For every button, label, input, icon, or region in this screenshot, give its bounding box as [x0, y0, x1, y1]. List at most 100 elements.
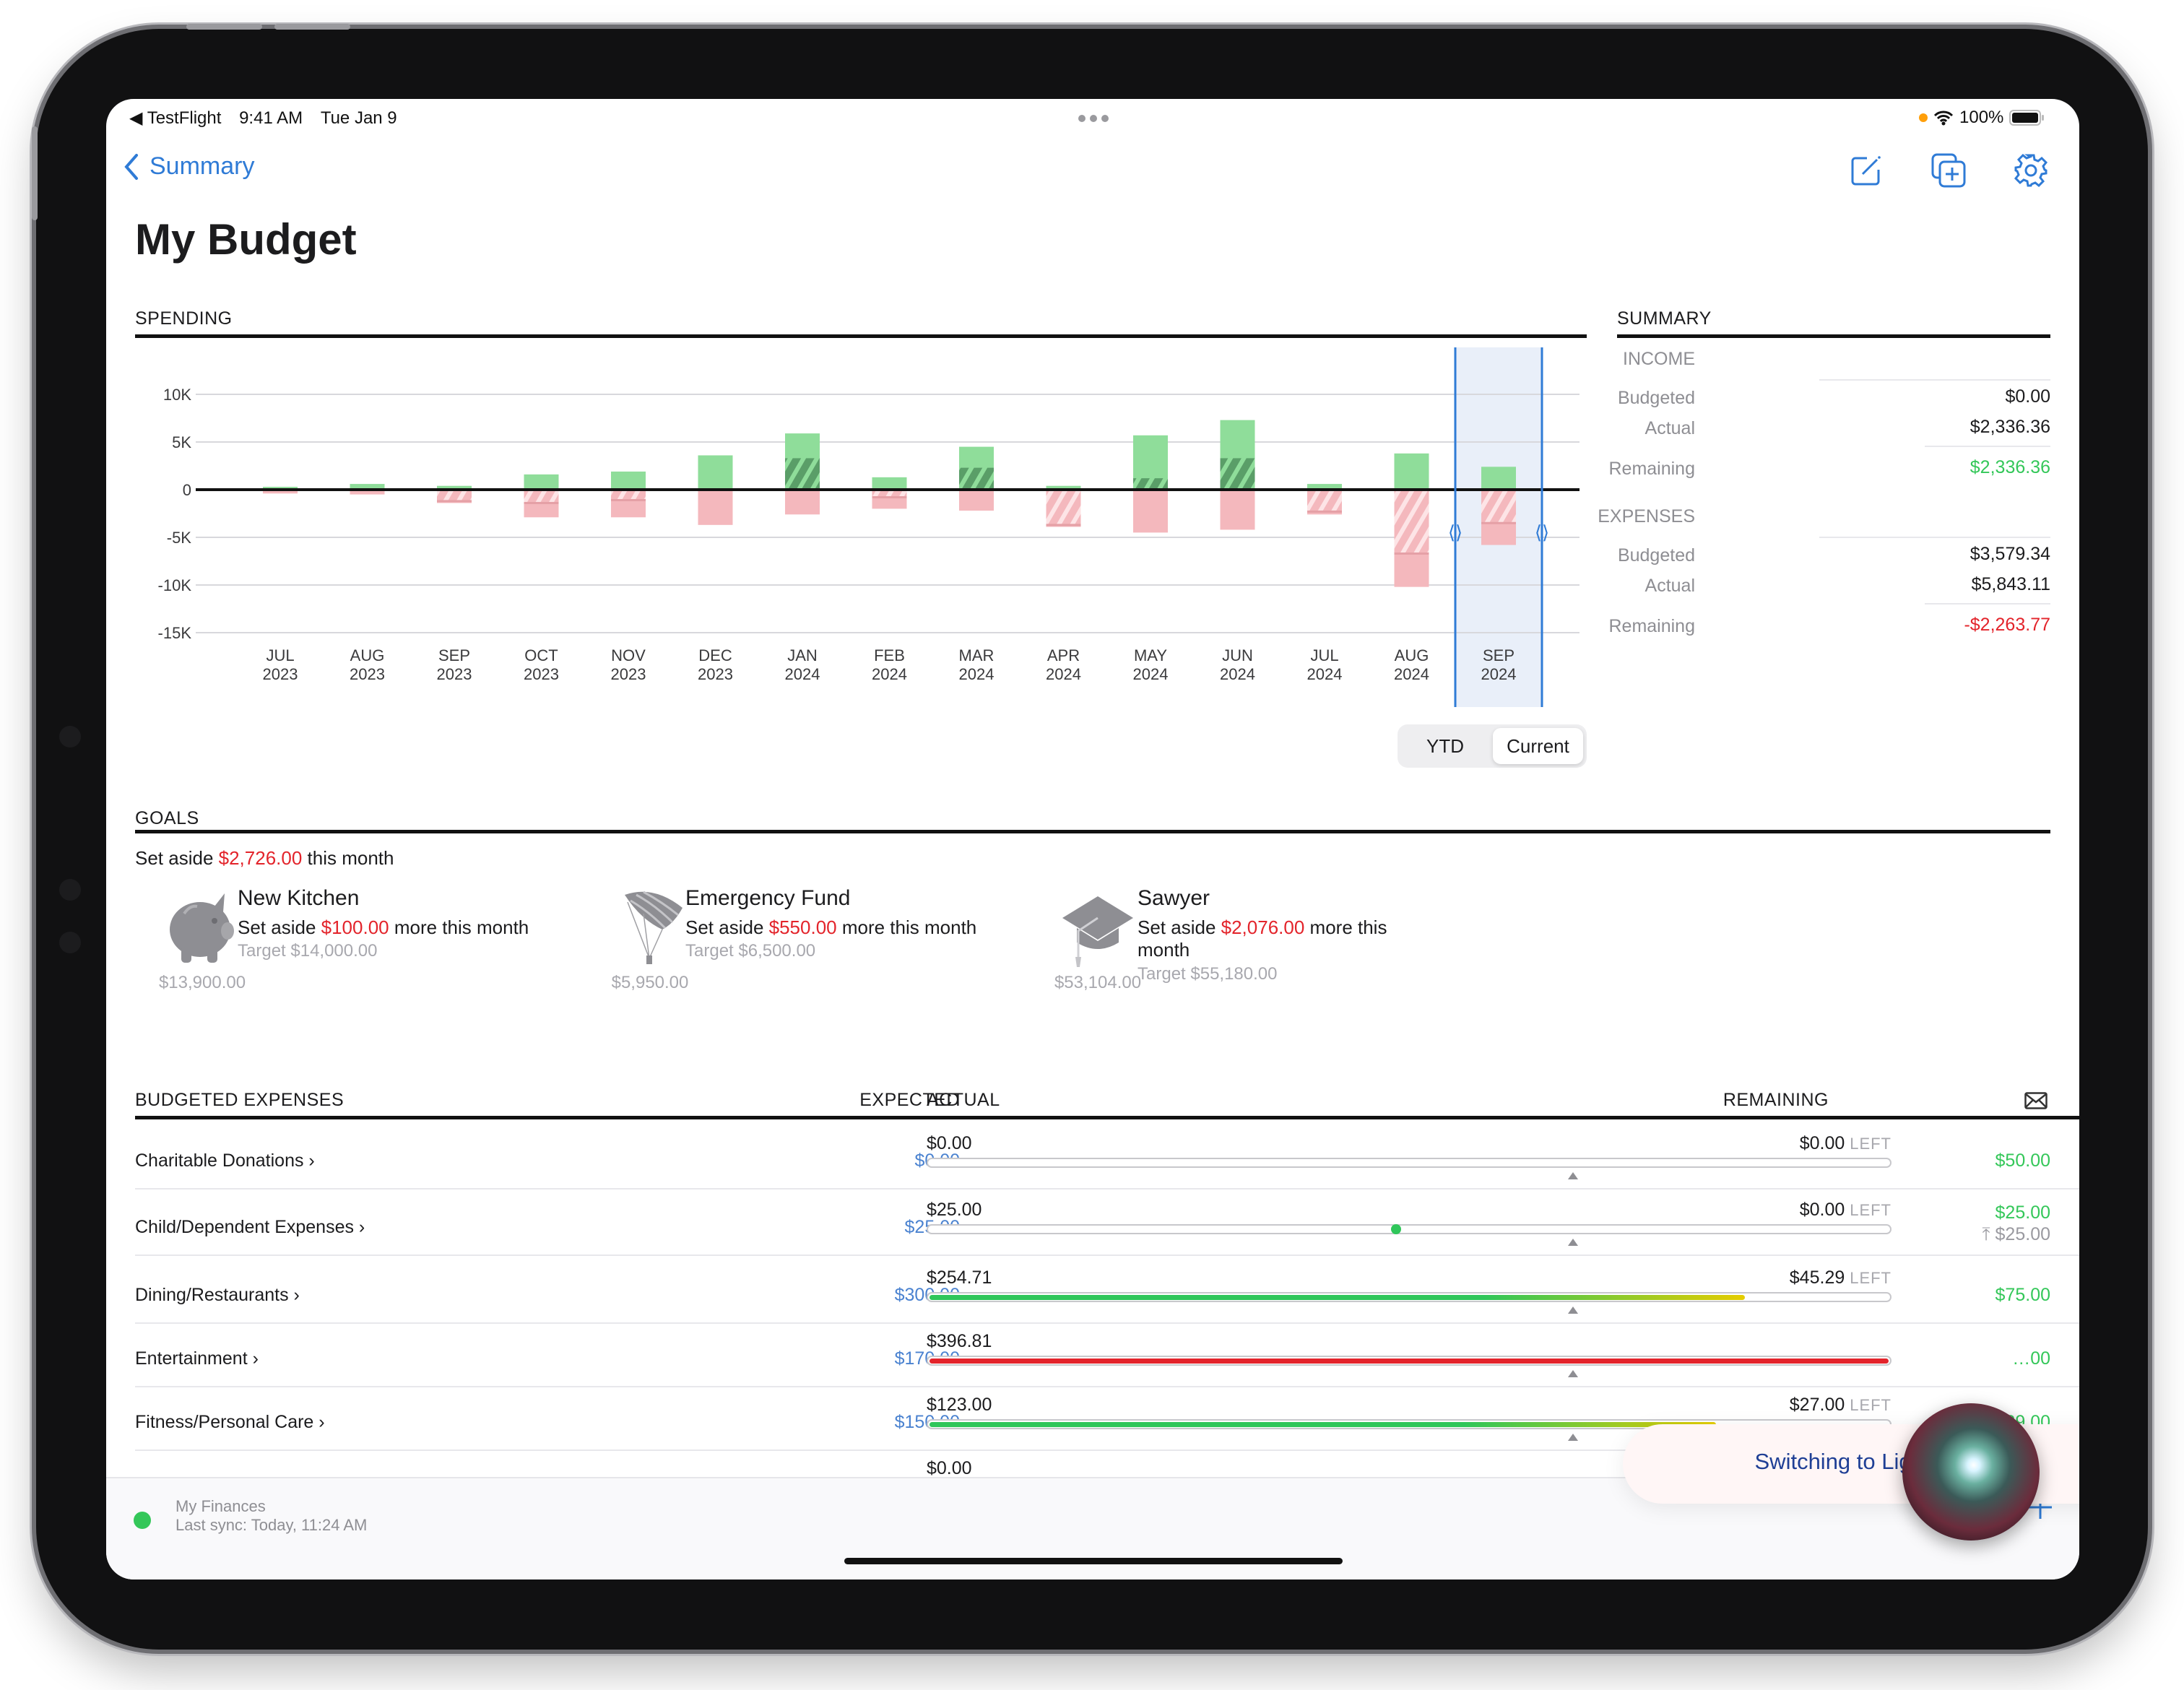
x-tick-month: JUL	[266, 646, 294, 664]
goal-new-kitchen[interactable]: $13,900.00 New Kitchen Set aside $100.00…	[141, 886, 618, 1031]
x-tick-month: SEP	[438, 646, 470, 664]
goal-target: Target $14,000.00	[238, 941, 378, 961]
siri-orb[interactable]	[1902, 1403, 2040, 1540]
expense-actual-value: $0.00	[927, 1133, 972, 1153]
expense-progress-track	[927, 1224, 1892, 1234]
back-button[interactable]: Summary	[124, 152, 254, 181]
goal-sawyer[interactable]: $53,104.00 Sawyer Set aside $2,076.00 mo…	[1036, 886, 1542, 1031]
expense-hatched-bar	[524, 490, 559, 503]
expected-pace-marker	[1568, 1370, 1578, 1377]
goal-emergency-fund[interactable]: $5,950.00 Emergency Fund Set aside $550.…	[589, 886, 1065, 1031]
x-tick-year: 2024	[1046, 665, 1081, 683]
mic-indicator-icon	[1919, 113, 1928, 122]
expense-remaining-value: $50.00	[1995, 1150, 2050, 1171]
expense-actual-value: $123.00	[927, 1395, 992, 1415]
x-tick-year: 2024	[872, 665, 907, 683]
spending-chart[interactable]: 10K5K0-5K-10K-15KJUL2023AUG2023SEP2023OC…	[106, 344, 1594, 720]
goal-set-aside: Set aside $2,076.00 more this month	[1138, 916, 1419, 961]
income-hatched-bar	[1133, 478, 1168, 490]
x-tick-month: JUN	[1222, 646, 1253, 664]
left-label: LEFT	[1850, 1135, 1892, 1153]
income-divider	[1819, 379, 2050, 381]
x-tick-month: NOV	[611, 646, 646, 664]
home-indicator[interactable]	[844, 1558, 1343, 1564]
expense-hatched-bar	[437, 490, 472, 501]
segment-current[interactable]: Current	[1493, 728, 1583, 764]
expense-category-link[interactable]: Charitable Donations ›	[135, 1150, 315, 1171]
multitasking-dots[interactable]	[1078, 113, 1109, 126]
status-date: Tue Jan 9	[320, 108, 397, 128]
expense-remaining-value: $25.00	[1995, 1202, 2050, 1223]
expenses-label: EXPENSES	[1598, 506, 1695, 526]
segment-ytd[interactable]: YTD	[1401, 728, 1489, 764]
camera-dot	[59, 726, 81, 748]
income-bar	[698, 455, 733, 490]
spending-section-label: SPENDING	[135, 308, 233, 329]
x-tick-month: FEB	[874, 646, 905, 664]
income-bar	[1394, 453, 1429, 490]
status-bar-left: ◀︎ TestFlight 9:41 AM Tue Jan 9	[129, 108, 397, 129]
x-tick-year: 2024	[1220, 665, 1255, 683]
envelope-button[interactable]	[2024, 1092, 2048, 1113]
x-tick-month: SEP	[1483, 646, 1514, 664]
compose-button[interactable]	[1850, 154, 1883, 191]
expense-category-link[interactable]: Dining/Restaurants ›	[135, 1285, 300, 1306]
expense-category-link[interactable]: Fitness/Personal Care ›	[135, 1412, 325, 1433]
left-label: LEFT	[1850, 1396, 1892, 1414]
expense-left-amount: $45.29 LEFT	[1675, 1268, 1892, 1288]
expense-remaining-value: $75.00	[1995, 1285, 2050, 1305]
goals-divider	[135, 830, 2050, 833]
expense-row[interactable]: Child/Dependent Expenses ›$25.00$25.00$0…	[106, 1192, 2079, 1256]
goal-target: Target $6,500.00	[685, 941, 816, 961]
row-divider	[135, 1254, 2079, 1256]
x-tick-year: 2024	[785, 665, 820, 683]
expenses-actual-value: $5,843.11	[1971, 574, 2050, 594]
x-tick-year: 2023	[350, 665, 385, 683]
actual-column-header: ACTUAL	[927, 1090, 1000, 1110]
ytd-current-segmented-control[interactable]: YTD Current	[1398, 724, 1587, 768]
income-hatched-bar	[1220, 458, 1255, 490]
expected-pace-marker	[1568, 1239, 1578, 1246]
x-tick-year: 2024	[1133, 665, 1169, 683]
income-actual-value: $2,336.36	[1970, 417, 2050, 437]
goal-saved-amount: $5,950.00	[611, 973, 689, 992]
compose-icon	[1851, 156, 1881, 186]
goal-target: Target $55,180.00	[1138, 964, 1278, 984]
x-tick-month: OCT	[524, 646, 558, 664]
settings-button[interactable]	[2013, 152, 2049, 192]
goal-name: Sawyer	[1138, 886, 1210, 910]
expense-row[interactable]: Dining/Restaurants ›$300.00$254.71$45.29…	[106, 1260, 2079, 1324]
expense-progress-track	[927, 1356, 1892, 1366]
y-tick-label: 5K	[172, 433, 191, 451]
expense-left-amount: $0.00 LEFT	[1675, 1200, 1892, 1221]
account-name[interactable]: My Finances	[176, 1497, 266, 1516]
expense-row[interactable]: Entertainment ›$170.00$396.81…00	[106, 1324, 2079, 1387]
expenses-remaining-value: -$2,263.77	[1964, 615, 2050, 635]
back-triangle-icon[interactable]: ◀︎	[129, 108, 142, 128]
expenses-divider	[135, 1116, 2079, 1119]
more-dots-icon	[1078, 115, 1109, 122]
y-tick-label: -10K	[158, 576, 192, 594]
x-tick-year: 2023	[524, 665, 559, 683]
expense-category-link[interactable]: Child/Dependent Expenses ›	[135, 1217, 365, 1238]
expenses-total-divider	[1925, 603, 2050, 604]
x-tick-year: 2024	[1481, 665, 1517, 683]
back-app-link[interactable]: TestFlight	[147, 108, 222, 128]
expense-row[interactable]: Charitable Donations ›$0.00$0.00$0.00 LE…	[106, 1126, 2079, 1190]
parachute-icon	[625, 890, 682, 964]
range-handle-icon[interactable]: ⟨⟩	[1448, 521, 1462, 543]
expense-actual-value: $254.71	[927, 1268, 992, 1288]
gear-icon	[2014, 153, 2048, 188]
goal-prefix: Set aside	[685, 916, 769, 938]
expense-actual-value: $0.00	[927, 1458, 972, 1478]
goals-summary-suffix: this month	[302, 847, 394, 869]
range-handle-icon[interactable]: ⟨⟩	[1535, 521, 1549, 543]
x-tick-year: 2023	[263, 665, 298, 683]
expense-category-link[interactable]: Entertainment ›	[135, 1348, 259, 1369]
expense-actual-value: $396.81	[927, 1331, 992, 1351]
x-tick-month: AUG	[1395, 646, 1429, 664]
summary-divider	[1617, 334, 2050, 338]
duplicate-button[interactable]	[1930, 152, 1967, 192]
duplicate-add-icon	[1931, 153, 1966, 188]
x-tick-month: JUL	[1310, 646, 1338, 664]
